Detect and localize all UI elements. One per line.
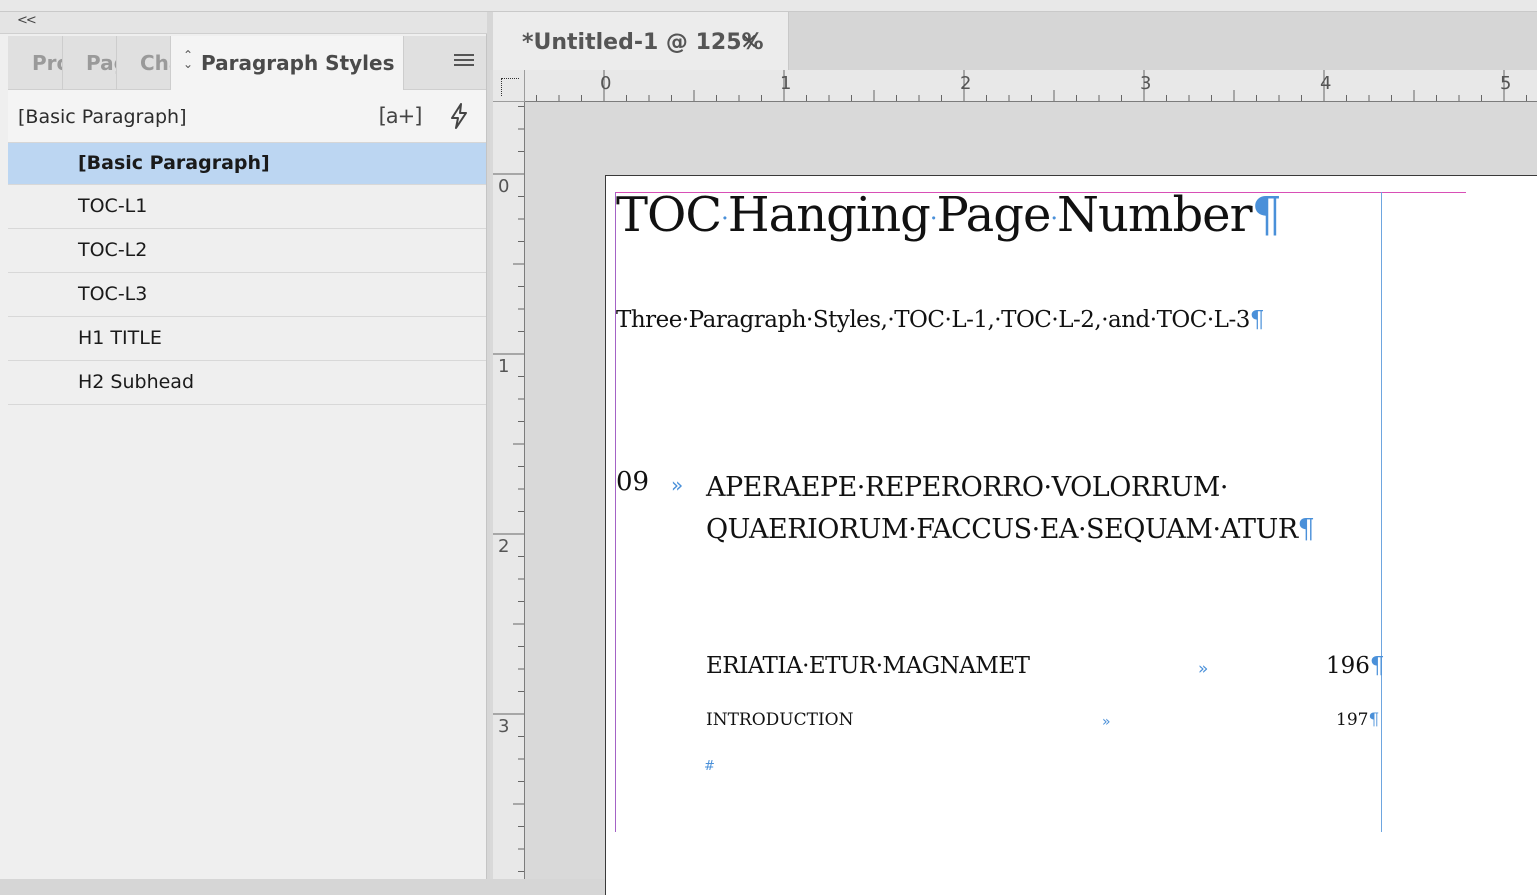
tab-paragraph-styles-label: Paragraph Styles [201,51,395,75]
quick-apply-icon[interactable] [441,100,477,132]
vruler-label: 1 [498,356,510,377]
style-item-h1-title[interactable]: H1 TITLE [8,317,486,361]
h1-word: Hanging [727,187,931,243]
text-frame-edge [1381,192,1382,832]
tab-marker: » [1198,659,1209,679]
toc-l3-page-number[interactable]: 197¶ [1336,710,1379,730]
panel-collapse-bar[interactable]: << [0,12,487,34]
style-item-toc-l1[interactable]: TOC-L1 [8,185,486,229]
pasteboard[interactable]: TOC·Hanging·Page·Number¶ Three·Paragraph… [526,103,1537,895]
toc-l2-entry[interactable]: ERIATIA·ETUR·MAGNAMET [706,653,1030,679]
h1-word: TOC [616,187,722,243]
toc-l3-entry[interactable]: INTRODUCTION [706,710,854,730]
h1-word: Page [936,187,1051,243]
pilcrow: ¶ [1249,307,1265,333]
horizontal-ruler[interactable]: 0 1 2 3 4 5 [525,70,1537,102]
document-area: *Untitled-1 @ 125% × 0 1 2 3 4 5 0 1 2 3… [490,12,1537,895]
close-tab-icon[interactable]: × [740,29,758,54]
pilcrow: ¶ [1369,653,1385,679]
current-style-header: [Basic Paragraph] [a+] [8,90,486,143]
pilcrow: ¶ [1368,710,1380,730]
tab-paragraph-styles[interactable]: ⌃ ⌄ Paragraph Styles [171,36,404,91]
vertical-ruler-ticks [493,106,524,872]
style-item-basic-paragraph[interactable]: [Basic Paragraph] [8,143,486,185]
paragraph-styles-panel: << Pro Pag Cha ⌃⌄ Paragraph Styles [Basic… [0,12,487,879]
end-of-story-marker: # [704,759,715,774]
document-tab[interactable]: *Untitled-1 @ 125% × [493,12,789,70]
panel-tab-bar: Pro Pag Cha ⌃⌄ Paragraph Styles [8,36,486,91]
toc-l1-line: APERAEPE·REPERORRO·VOLORRUM· [706,472,1229,503]
current-style-label: [Basic Paragraph] [18,106,187,128]
ruler-origin[interactable] [493,70,525,102]
hruler-label: 1 [780,73,792,94]
paragraph-style-list: [Basic Paragraph] TOC-L1 TOC-L2 TOC-L3 H… [8,143,486,405]
toc-l1-number[interactable]: 09 [616,467,649,497]
panel-menu-icon[interactable] [454,54,474,70]
toc-l3-number: 197 [1336,710,1369,730]
toc-l1-line: QUAERIORUM·FACCUS·EA·SEQUAM·ATUR [706,514,1298,545]
document-tab-title: *Untitled-1 @ 125% [522,30,764,55]
collapse-panels-icon[interactable]: << [17,13,37,28]
pilcrow: ¶ [1251,187,1283,243]
h2-text: Three·Paragraph·Styles,·TOC·L-1,·TOC·L-2… [616,307,1250,333]
hruler-label: 3 [1140,73,1152,94]
tab-properties[interactable]: Pro [8,36,63,90]
h2-subhead-text[interactable]: Three·Paragraph·Styles,·TOC·L-1,·TOC·L-2… [616,307,1265,333]
toc-l1-entry[interactable]: APERAEPE·REPERORRO·VOLORRUM· QUAERIORUM·F… [706,467,1315,551]
updown-chevron-icon: ⌃ ⌄ [183,48,194,71]
app-top-bar [0,0,1537,12]
h1-title-text[interactable]: TOC·Hanging·Page·Number¶ [616,187,1283,243]
vruler-label: 0 [498,176,510,197]
hruler-label: 2 [960,73,972,94]
toc-l2-number: 196 [1326,653,1370,679]
document-tab-bar: *Untitled-1 @ 125% × [490,12,1537,70]
toc-l2-page-number[interactable]: 196¶ [1326,653,1385,679]
vertical-ruler[interactable]: 0 1 2 3 [493,102,525,879]
style-item-toc-l3[interactable]: TOC-L3 [8,273,486,317]
tab-pages[interactable]: Pag [63,36,117,90]
style-item-toc-l2[interactable]: TOC-L2 [8,229,486,273]
tab-marker: » [671,473,684,497]
hruler-label: 5 [1500,73,1512,94]
h1-word: Number [1057,187,1253,243]
vruler-label: 3 [498,716,510,737]
style-item-h2-subhead[interactable]: H2 Subhead [8,361,486,405]
hruler-label: 0 [600,73,612,94]
hruler-label: 4 [1320,73,1332,94]
tab-character-styles[interactable]: Cha [117,36,171,90]
vruler-label: 2 [498,536,510,557]
pilcrow: ¶ [1297,514,1315,545]
horizontal-ruler-ticks [536,70,1527,101]
left-margin-guide [615,192,616,832]
tab-marker: » [1102,714,1111,730]
create-new-style-icon[interactable]: [a+] [379,100,423,132]
